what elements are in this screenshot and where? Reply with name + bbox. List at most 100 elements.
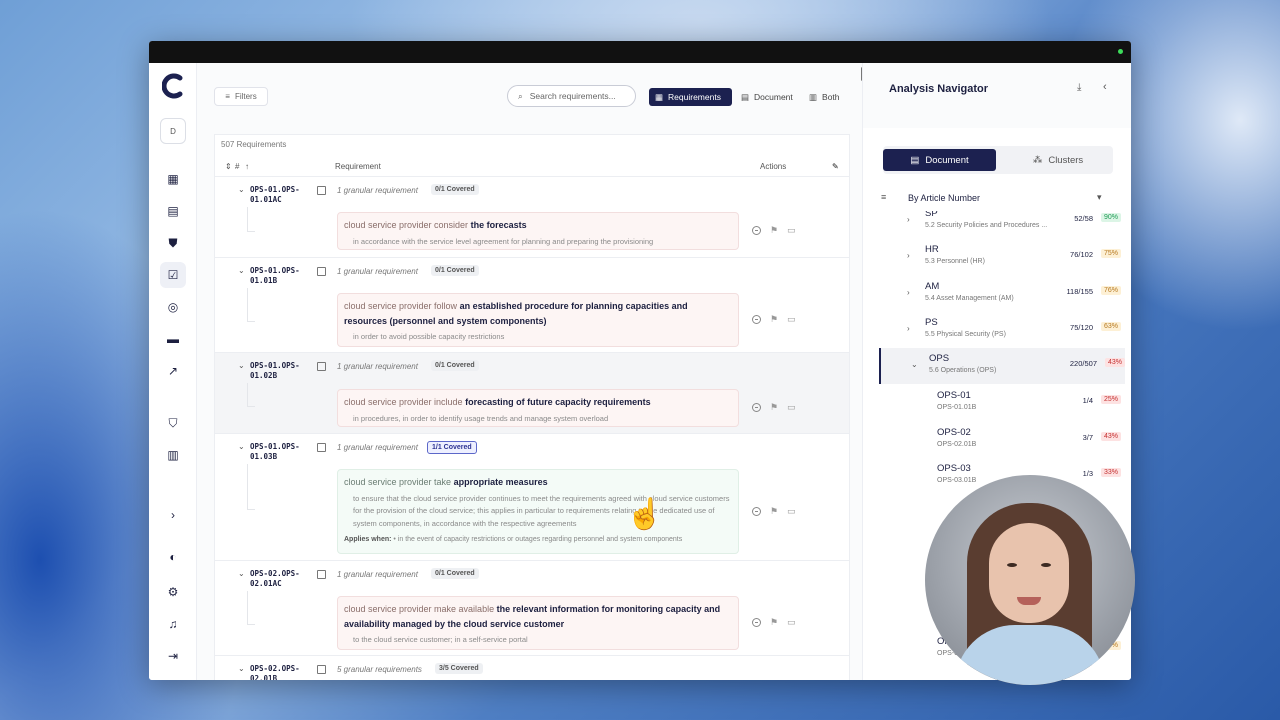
granular-count: 5 granular requirements <box>337 665 422 674</box>
requirement-card[interactable]: cloud service provider take appropriate … <box>337 469 739 554</box>
list-item[interactable]: › HR 5.3 Personnel (HR) 76/102 75% <box>875 239 1121 275</box>
row-actions: ⚑ ▭ <box>752 314 796 325</box>
flag-icon[interactable]: ⚑ <box>770 506 778 517</box>
req-detail: to ensure that the cloud service provide… <box>353 493 730 528</box>
chevron-down-icon[interactable]: ⌄ <box>238 266 245 275</box>
exclude-icon[interactable] <box>752 403 761 412</box>
exclude-icon[interactable] <box>752 315 761 324</box>
open-external-icon[interactable] <box>317 443 326 452</box>
view-requirements-button[interactable]: ▦ Requirements <box>649 88 732 106</box>
chevron-right-icon[interactable]: › <box>907 324 910 333</box>
sort-select[interactable]: ≡ By Article Number ▾ <box>879 191 1119 207</box>
table-row[interactable]: ⌄ OPS-02.OPS-02.01B 5 granular requireme… <box>215 656 849 680</box>
exclude-icon[interactable] <box>752 507 761 516</box>
list-item[interactable]: › PS 5.5 Physical Security (PS) 75/120 6… <box>875 312 1121 348</box>
chevron-down-icon[interactable]: ⌄ <box>238 185 245 194</box>
building-icon[interactable]: ▥ <box>160 442 186 468</box>
open-external-icon[interactable] <box>317 267 326 276</box>
comment-icon[interactable]: ▭ <box>787 506 796 517</box>
document-icon[interactable]: ▤ <box>160 198 186 224</box>
open-external-icon[interactable] <box>317 665 326 674</box>
requirement-id: OPS-01.OPS-01.01AC <box>250 185 300 204</box>
flag-icon[interactable]: ⚑ <box>770 617 778 628</box>
collapse-all-icon[interactable]: ⇕ <box>225 162 232 171</box>
comment-icon[interactable]: ▭ <box>787 225 796 236</box>
tab-document[interactable]: ▤ Document <box>883 149 996 171</box>
flag-icon[interactable]: ⚑ <box>770 314 778 325</box>
requirement-id: OPS-02.OPS-02.01B <box>250 664 300 680</box>
sort-asc-icon[interactable]: ↑ <box>245 162 249 171</box>
list-item[interactable]: › SP 5.2 Security Policies and Procedure… <box>875 211 1121 239</box>
chevron-right-icon[interactable]: › <box>907 215 910 224</box>
comment-icon[interactable]: ▭ <box>787 314 796 325</box>
article-code: OPS <box>929 353 950 364</box>
download-icon[interactable]: ⤓ <box>1077 82 1081 93</box>
open-external-icon[interactable] <box>317 362 326 371</box>
shield-icon[interactable]: ⛊ <box>160 230 186 256</box>
hand-cursor-icon: ☝ <box>626 498 664 531</box>
article-ratio: 52/58 <box>1074 214 1093 223</box>
flag-icon[interactable]: ⚑ <box>770 402 778 413</box>
comment-icon[interactable]: ▭ <box>787 617 796 628</box>
workspace-avatar[interactable]: D <box>160 118 186 144</box>
dark-mode-icon[interactable]: ◐ <box>160 544 186 570</box>
tab-clusters[interactable]: ⁂ Clusters <box>1003 149 1113 171</box>
article-percent: 43% <box>1104 358 1125 367</box>
search-input[interactable]: ⌕ Search requirements... <box>507 85 636 107</box>
navigator-title: Analysis Navigator <box>889 83 989 95</box>
open-external-icon[interactable] <box>317 570 326 579</box>
view-document-button[interactable]: ▤ Document <box>735 88 799 106</box>
dashboard-icon[interactable]: ▦ <box>160 166 186 192</box>
table-row[interactable]: ⌄ OPS-01.OPS-01.03B 1 granular requireme… <box>215 434 849 561</box>
filters-button[interactable]: ≡ Filters <box>214 87 268 106</box>
open-external-icon[interactable] <box>317 186 326 195</box>
list-item[interactable]: OPS-01 OPS-01.01B 1/4 25% <box>875 385 1121 421</box>
exclude-icon[interactable] <box>752 618 761 627</box>
req-detail: in order to avoid possible capacity rest… <box>353 332 505 341</box>
trend-icon[interactable]: ↗ <box>160 358 186 384</box>
settings-icon[interactable]: ⚙ <box>160 579 186 605</box>
chevron-down-icon[interactable]: ⌄ <box>238 442 245 451</box>
article-percent: 76% <box>1100 286 1121 295</box>
requirement-card[interactable]: cloud service provider follow an establi… <box>337 293 739 347</box>
view-both-button[interactable]: ▥ Both <box>803 88 846 106</box>
collapse-panel-icon[interactable]: ‹ <box>1103 81 1107 93</box>
granular-count: 1 granular requirement <box>337 267 418 276</box>
requirement-card[interactable]: cloud service provider consider the fore… <box>337 212 739 250</box>
chevron-down-icon[interactable]: ⌄ <box>238 664 245 673</box>
bell-icon[interactable]: ♫ <box>160 611 186 637</box>
chevron-down-icon[interactable]: ⌄ <box>238 361 245 370</box>
chevron-down-icon[interactable]: ⌄ <box>238 569 245 578</box>
chevron-right-icon[interactable]: › <box>907 251 910 260</box>
chevron-down-icon[interactable]: ⌄ <box>911 360 918 369</box>
comment-icon[interactable]: ▭ <box>787 402 796 413</box>
table-row[interactable]: ⌄ OPS-02.OPS-02.01AC 1 granular requirem… <box>215 561 849 656</box>
article-ratio: 3/7 <box>1082 433 1093 442</box>
table-row[interactable]: ⌄ OPS-01.OPS-01.01AC 1 granular requirem… <box>215 177 849 258</box>
logo-icon[interactable] <box>162 73 184 99</box>
checklist-icon[interactable]: ☑ <box>160 262 186 288</box>
chevron-right-icon[interactable]: › <box>907 288 910 297</box>
navigator-header: Analysis Navigator ⤓ ‹ <box>863 63 1131 128</box>
list-item-active[interactable]: ⌄ OPS 5.6 Operations (OPS) 220/507 43% <box>879 348 1125 384</box>
table-row[interactable]: ⌄ OPS-01.OPS-01.01B 1 granular requireme… <box>215 258 849 353</box>
requirement-card[interactable]: cloud service provider include forecasti… <box>337 389 739 427</box>
coverage-badge: 0/1 Covered <box>431 265 479 276</box>
target-icon[interactable]: ◎ <box>160 294 186 320</box>
article-title: 5.6 Operations (OPS) <box>929 367 997 374</box>
list-item[interactable]: OPS-02 OPS-02.01B 3/7 43% <box>875 422 1121 458</box>
pin-icon[interactable]: ✎ <box>832 162 839 171</box>
exclude-icon[interactable] <box>752 226 761 235</box>
security-settings-icon[interactable]: ⛉ <box>160 410 186 436</box>
expand-icon[interactable]: › <box>160 502 186 528</box>
flag-icon[interactable]: ⚑ <box>770 225 778 236</box>
row-actions: ⚑ ▭ <box>752 617 796 628</box>
sort-icon: ≡ <box>881 192 887 202</box>
article-ratio: 220/507 <box>1069 359 1097 368</box>
article-title: 5.3 Personnel (HR) <box>925 258 985 265</box>
table-row[interactable]: ⌄ OPS-01.OPS-01.02B 1 granular requireme… <box>215 353 849 434</box>
logout-icon[interactable]: ⇥ <box>160 643 186 669</box>
list-item[interactable]: › AM 5.4 Asset Management (AM) 118/155 7… <box>875 276 1121 312</box>
chat-icon[interactable]: ▬ <box>160 326 186 352</box>
requirement-card[interactable]: cloud service provider make available th… <box>337 596 739 650</box>
